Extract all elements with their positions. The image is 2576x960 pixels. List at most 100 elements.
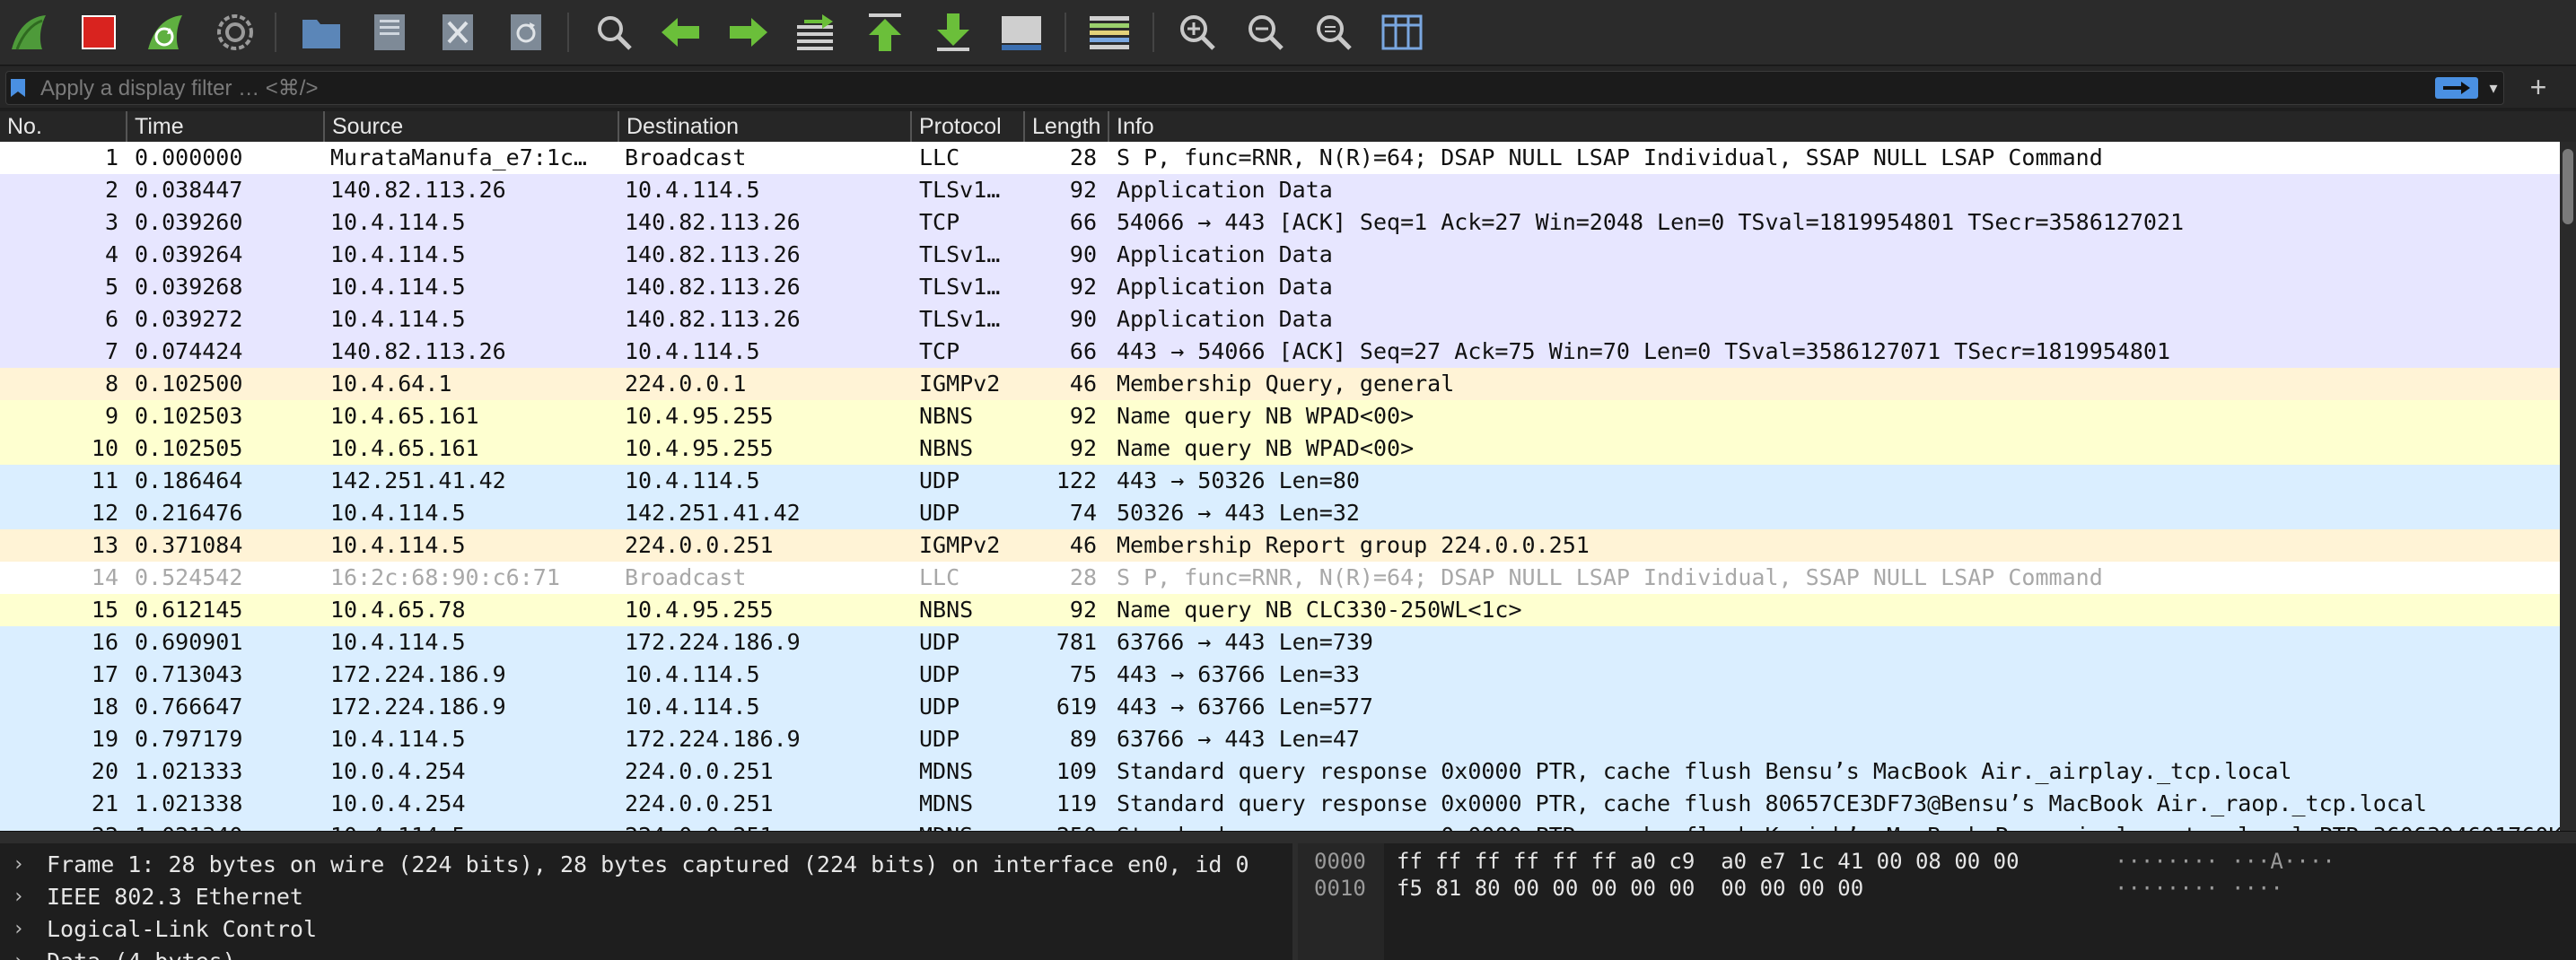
byte-ascii[interactable]: ········ ···A···· <box>2115 847 2335 876</box>
back-arrow-icon[interactable] <box>659 11 702 54</box>
add-filter-button-icon[interactable]: + <box>2524 72 2553 102</box>
packet-cell-time: 0.797179 <box>135 726 243 752</box>
packet-cell-source: 142.251.41.42 <box>330 467 506 493</box>
packet-cell-time: 0.612145 <box>135 597 243 623</box>
packet-cell-info: Application Data <box>1117 241 1333 267</box>
packet-row[interactable]: 3 0.039260 10.4.114.5 140.82.113.26 TCP 66 540… <box>0 206 2560 239</box>
packet-cell-protocol: IGMPv2 <box>919 532 1001 558</box>
packet-row[interactable]: 18 0.766647 172.224.186.9 10.4.114.5 UDP 619 4… <box>0 691 2560 723</box>
packet-row[interactable]: 13 0.371084 10.4.114.5 224.0.0.251 IGMPv2 46 M… <box>0 529 2560 562</box>
zoom-out-icon[interactable] <box>1244 11 1287 54</box>
search-icon[interactable] <box>592 11 635 54</box>
packet-cell-length: 92 <box>1069 403 1097 429</box>
packet-row[interactable]: 20 1.021333 10.0.4.254 224.0.0.251 MDNS 109 St… <box>0 755 2560 788</box>
packet-row[interactable]: 11 0.186464 142.251.41.42 10.4.114.5 UDP 122 4… <box>0 465 2560 497</box>
packet-row[interactable]: 9 0.102503 10.4.65.161 10.4.95.255 NBNS 92 Nam… <box>0 400 2560 432</box>
packet-details-pane: › Frame 1: 28 bytes on wire (224 bits), 2… <box>0 843 1292 960</box>
first-packet-icon[interactable] <box>863 11 907 54</box>
packet-row[interactable]: 6 0.039272 10.4.114.5 140.82.113.26 TLSv1… 90… <box>0 303 2560 336</box>
packet-row[interactable]: 19 0.797179 10.4.114.5 172.224.186.9 UDP 89 63… <box>0 723 2560 755</box>
packet-cell-destination: 224.0.0.251 <box>625 820 908 831</box>
colorize-icon[interactable] <box>1088 11 1131 54</box>
byte-ascii[interactable]: ········ ···· <box>2115 874 2283 903</box>
packet-row[interactable]: 1 0.000000 MurataManufa_e7:1c… Broadcast LLC… <box>0 142 2560 174</box>
bookmark-icon[interactable] <box>10 78 26 98</box>
stop-icon[interactable] <box>77 11 120 54</box>
packet-cell-protocol: TCP <box>919 209 960 235</box>
column-header-no[interactable]: No. <box>0 111 126 142</box>
close-file-icon[interactable] <box>436 11 479 54</box>
packet-cell-time: 0.713043 <box>135 661 243 687</box>
chevron-right-icon[interactable]: › <box>13 849 31 881</box>
column-header-destination[interactable]: Destination <box>618 111 910 142</box>
packet-cell-destination: 224.0.0.251 <box>625 790 774 816</box>
shark-fin-restart-icon[interactable] <box>144 11 187 54</box>
column-header-protocol[interactable]: Protocol <box>910 111 1023 142</box>
column-header-time[interactable]: Time <box>126 111 323 142</box>
gear-options-icon[interactable] <box>214 11 257 54</box>
packet-cell-info: S P, func=RNR, N(R)=64; DSAP NULL LSAP I… <box>1117 564 2103 590</box>
packet-cell-time: 0.102505 <box>135 435 243 461</box>
packet-cell-time: 0.102503 <box>135 403 243 429</box>
packet-cell-source: 10.4.114.5 <box>330 241 466 267</box>
packet-cell-length: 46 <box>1069 532 1097 558</box>
autoscroll-icon[interactable] <box>1000 11 1043 54</box>
goto-packet-icon[interactable] <box>795 11 838 54</box>
reload-icon[interactable] <box>504 11 548 54</box>
chevron-right-icon[interactable]: › <box>13 881 31 913</box>
packet-cell-source: 10.4.114.5 <box>330 726 466 752</box>
last-packet-icon[interactable] <box>932 11 975 54</box>
packet-row[interactable]: 10 0.102505 10.4.65.161 10.4.95.255 NBNS 92 Na… <box>0 432 2560 465</box>
shark-fin-start-icon[interactable] <box>7 11 50 54</box>
apply-filter-arrow-icon[interactable] <box>2435 77 2478 99</box>
packet-cell-info: Name query NB CLC330-250WL<1c> <box>1117 597 1522 623</box>
packet-row[interactable]: 14 0.524542 16:2c:68:90:c6:71 Broadcast LLC 2… <box>0 562 2560 594</box>
packet-cell-destination: 140.82.113.26 <box>625 209 801 235</box>
forward-arrow-icon[interactable] <box>727 11 770 54</box>
column-header-info[interactable]: Info <box>1108 111 2576 142</box>
zoom-in-icon[interactable] <box>1176 11 1219 54</box>
packet-cell-destination: 224.0.0.251 <box>625 532 774 558</box>
chevron-right-icon[interactable]: › <box>13 913 31 946</box>
packet-list-scrollbar[interactable] <box>2560 142 2576 831</box>
chevron-right-icon[interactable]: › <box>13 946 31 960</box>
byte-hex[interactable]: f5 81 80 00 00 00 00 00 00 00 00 00 <box>1397 874 1863 903</box>
packet-cell-length: 92 <box>1069 177 1097 203</box>
packet-row[interactable]: 8 0.102500 10.4.64.1 224.0.0.1 IGMPv2 46 Membe… <box>0 368 2560 400</box>
packet-cell-no: 8 <box>104 371 118 397</box>
packet-cell-no: 10 <box>91 435 118 461</box>
packet-row[interactable]: 2 0.038447 140.82.113.26 10.4.114.5 TLSv1… 92… <box>0 174 2560 206</box>
packet-cell-destination: 10.4.95.255 <box>625 597 774 623</box>
packet-row[interactable]: 17 0.713043 172.224.186.9 10.4.114.5 UDP 75 44… <box>0 659 2560 691</box>
packet-row[interactable]: 12 0.216476 10.4.114.5 142.251.41.42 UDP 74 50… <box>0 497 2560 529</box>
column-header-source[interactable]: Source <box>323 111 618 142</box>
resize-columns-icon[interactable] <box>1380 11 1424 54</box>
display-filter-input[interactable] <box>39 72 2412 106</box>
packet-cell-time: 0.039272 <box>135 306 243 332</box>
packet-cell-protocol: UDP <box>919 500 960 526</box>
packet-cell-length: 74 <box>1069 500 1097 526</box>
zoom-normal-icon[interactable] <box>1312 11 1355 54</box>
packet-row[interactable]: 16 0.690901 10.4.114.5 172.224.186.9 UDP 781 6… <box>0 626 2560 659</box>
packet-list-header: No. Time Source Destination Protocol Len… <box>0 111 2576 143</box>
packet-cell-time: 0.766647 <box>135 694 243 720</box>
packet-row[interactable]: 21 1.021338 10.0.4.254 224.0.0.251 MDNS 119 St… <box>0 788 2560 820</box>
packet-cell-info: Standard query response 0x0000 PTR, cach… <box>1117 820 2560 831</box>
chevron-down-icon[interactable]: ▾ <box>2485 77 2502 99</box>
column-header-length[interactable]: Length <box>1023 111 1108 142</box>
packet-row[interactable]: 22 1.021340 10.4.114.5 224.0.0.251 MDNS250 St… <box>0 820 2560 831</box>
packet-row[interactable]: 5 0.039268 10.4.114.5 140.82.113.26 TLSv1… 92… <box>0 271 2560 303</box>
packet-cell-info: Standard query response 0x0000 PTR, cach… <box>1117 790 2427 816</box>
packet-cell-source: 10.4.114.5 <box>330 306 466 332</box>
save-file-icon[interactable] <box>368 11 411 54</box>
scrollbar-thumb[interactable] <box>2563 149 2573 224</box>
packet-cell-time: 0.371084 <box>135 532 243 558</box>
detail-tree-label: Frame 1: 28 bytes on wire (224 bits), 28… <box>47 851 1249 877</box>
packet-row[interactable]: 15 0.612145 10.4.65.78 10.4.95.255 NBNS 92 Nam… <box>0 594 2560 626</box>
packet-cell-info: Application Data <box>1117 274 1333 300</box>
packet-row[interactable]: 4 0.039264 10.4.114.5 140.82.113.26 TLSv1… 90… <box>0 239 2560 271</box>
byte-hex[interactable]: ff ff ff ff ff ff a0 c9 a0 e7 1c 41 00 0… <box>1397 847 2020 876</box>
packet-row[interactable]: 7 0.074424 140.82.113.26 10.4.114.5 TCP 66 443… <box>0 336 2560 368</box>
packet-cell-source: 172.224.186.9 <box>330 661 506 687</box>
open-folder-icon[interactable] <box>300 11 343 54</box>
